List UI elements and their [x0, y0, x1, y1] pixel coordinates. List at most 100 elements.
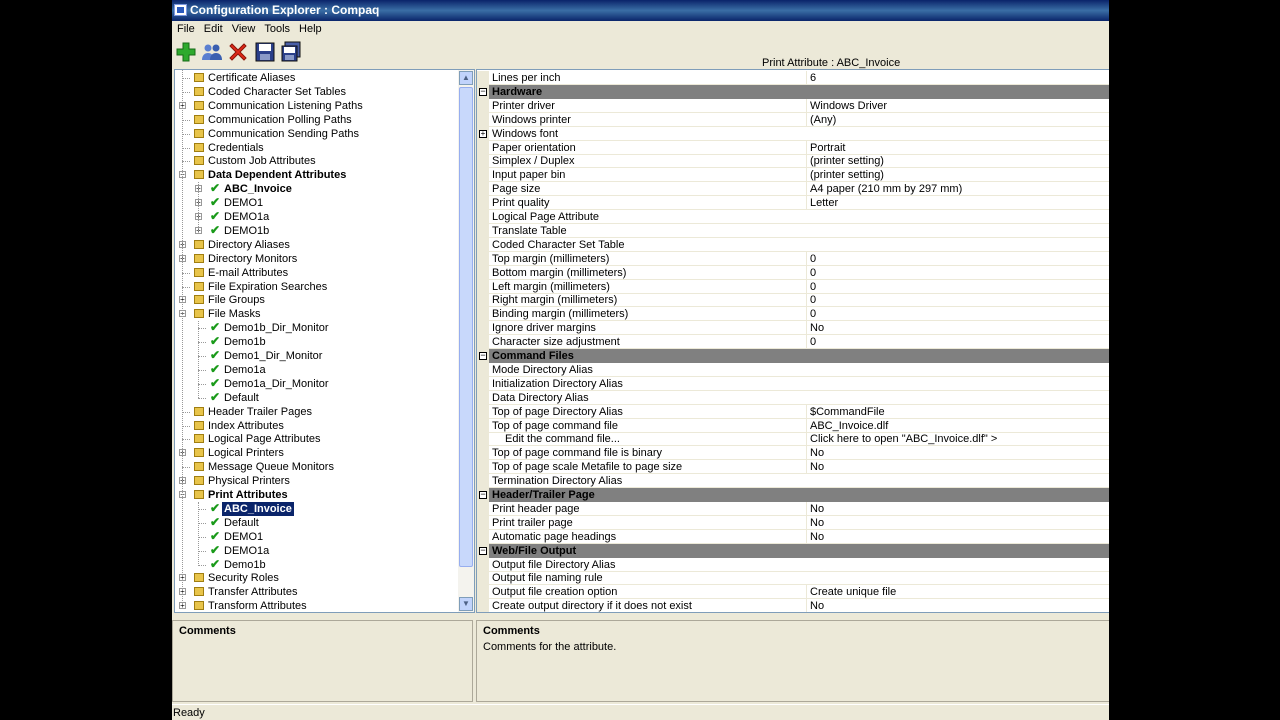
property-value[interactable]: 0	[806, 307, 1109, 322]
tree-item-node[interactable]: + ✔ DEMO1a	[175, 210, 456, 224]
app-icon[interactable]	[174, 4, 187, 16]
tree-item-node[interactable]: + ✔ DEMO1	[175, 196, 456, 210]
tree-folder-node[interactable]: + Directory Monitors	[175, 252, 456, 266]
property-row[interactable]: Left margin (millimeters) 0	[477, 279, 1109, 294]
property-row[interactable]: Simplex / Duplex (printer setting)	[477, 154, 1109, 169]
property-value[interactable]: No	[806, 501, 1109, 516]
property-value[interactable]: 6	[806, 71, 1109, 85]
tree-folder-node[interactable]: + Physical Printers	[175, 474, 456, 488]
property-value[interactable]: 0	[806, 279, 1109, 294]
property-value[interactable]: No	[806, 515, 1109, 530]
save-button[interactable]	[254, 41, 276, 63]
property-row[interactable]: Ignore driver margins No	[477, 321, 1109, 336]
property-value[interactable]: No	[806, 460, 1109, 475]
property-row[interactable]: Termination Directory Alias	[477, 474, 1109, 489]
tree-folder-node[interactable]: − Data Dependent Attributes	[175, 168, 456, 182]
collapse-icon[interactable]: −	[479, 545, 487, 555]
property-row[interactable]: Translate Table	[477, 223, 1109, 238]
property-value[interactable]: No	[806, 529, 1109, 544]
tree-item-node[interactable]: ✔ Demo1b	[175, 558, 456, 572]
property-row[interactable]: Print trailer page No	[477, 515, 1109, 530]
expand-icon[interactable]: +	[479, 129, 487, 138]
property-row[interactable]: Logical Page Attribute	[477, 210, 1109, 224]
tree-folder-node[interactable]: Logical Page Attributes	[175, 432, 456, 446]
property-row[interactable]: Top of page command file is binary No	[477, 446, 1109, 461]
property-value[interactable]: Create unique file	[806, 585, 1109, 600]
property-value[interactable]: Windows Driver	[806, 98, 1109, 113]
tree-folder-node[interactable]: − Print Attributes	[175, 488, 456, 502]
tree-folder-node[interactable]: + Transfer Attributes	[175, 585, 456, 599]
scroll-thumb[interactable]	[459, 87, 473, 567]
tree-folder-node[interactable]: − File Masks	[175, 307, 456, 321]
add-button[interactable]	[175, 41, 197, 63]
menu-tools[interactable]: Tools	[260, 21, 294, 38]
tree-folder-node[interactable]: E-mail Attributes	[175, 266, 456, 280]
tree-folder-node[interactable]: Communication Polling Paths	[175, 113, 456, 127]
property-row[interactable]: Data Directory Alias	[477, 390, 1109, 405]
property-row[interactable]: Input paper bin (printer setting)	[477, 168, 1109, 183]
property-row[interactable]: Top of page command file ABC_Invoice.dlf	[477, 418, 1109, 433]
title-bar[interactable]: Configuration Explorer : Compaq	[172, 0, 1109, 21]
tree-folder-node[interactable]: + Directory Aliases	[175, 238, 456, 252]
property-category[interactable]: − Header/Trailer Page	[477, 488, 1109, 502]
property-value[interactable]: A4 paper (210 mm by 297 mm)	[806, 182, 1109, 197]
property-value[interactable]: 0	[806, 335, 1109, 350]
property-row[interactable]: Create output directory if it does not e…	[477, 599, 1109, 612]
property-value[interactable]: (printer setting)	[806, 154, 1109, 169]
tree-folder-node[interactable]: + File Groups	[175, 293, 456, 307]
property-row[interactable]: Right margin (millimeters) 0	[477, 293, 1109, 308]
menu-view[interactable]: View	[228, 21, 260, 38]
property-value[interactable]: Letter	[806, 196, 1109, 211]
tree-item-node[interactable]: ✔ Demo1b	[175, 335, 456, 349]
property-row[interactable]: Binding margin (millimeters) 0	[477, 307, 1109, 322]
property-category[interactable]: − Web/File Output	[477, 543, 1109, 558]
property-value[interactable]: (printer setting)	[806, 168, 1109, 183]
tree-folder-node[interactable]: File Expiration Searches	[175, 280, 456, 294]
property-row[interactable]: Initialization Directory Alias	[477, 376, 1109, 391]
property-row[interactable]: Printer driver Windows Driver	[477, 98, 1109, 113]
menu-file[interactable]: File	[173, 21, 199, 38]
property-value[interactable]: ABC_Invoice.dlf	[806, 418, 1109, 433]
property-value[interactable]: Portrait	[806, 140, 1109, 155]
property-row[interactable]: Bottom margin (millimeters) 0	[477, 265, 1109, 280]
scroll-down-arrow-icon[interactable]: ▼	[459, 597, 473, 611]
menu-help[interactable]: Help	[295, 21, 326, 38]
tree-scrollbar[interactable]: ▲ ▼	[458, 70, 474, 612]
tree-item-node[interactable]: ✔ Demo1b_Dir_Monitor	[175, 321, 456, 335]
property-value[interactable]: Click here to open "ABC_Invoice.dlf" >	[806, 432, 1109, 447]
property-row[interactable]: Top of page scale Metafile to page size N…	[477, 460, 1109, 475]
tree-folder-node[interactable]: Header Trailer Pages	[175, 405, 456, 419]
tree-item-node[interactable]: ✔ Demo1a_Dir_Monitor	[175, 377, 456, 391]
property-value[interactable]: No	[806, 446, 1109, 461]
tree-folder-node[interactable]: Message Queue Monitors	[175, 460, 456, 474]
menu-edit[interactable]: Edit	[200, 21, 227, 38]
property-row[interactable]: Automatic page headings No	[477, 529, 1109, 544]
tree-item-node[interactable]: ✔ ABC_Invoice	[175, 501, 456, 516]
property-category[interactable]: − Hardware	[477, 84, 1109, 99]
property-row[interactable]: Top of page Directory Alias $CommandFile	[477, 404, 1109, 419]
tree-item-node[interactable]: ✔ Demo1_Dir_Monitor	[175, 349, 456, 363]
tree-folder-node[interactable]: Coded Character Set Tables	[175, 85, 456, 99]
tree-folder-node[interactable]: + Security Roles	[175, 571, 456, 585]
property-row[interactable]: Character size adjustment 0	[477, 335, 1109, 350]
property-row[interactable]: Print header page No	[477, 501, 1109, 516]
property-grid[interactable]: Lines per inch 6− Hardware Printer driver Wi…	[476, 69, 1109, 613]
scroll-up-arrow-icon[interactable]: ▲	[459, 71, 473, 85]
property-row[interactable]: Output file Directory Alias	[477, 557, 1109, 572]
tree-item-node[interactable]: ✔ Default	[175, 391, 456, 405]
tree-folder-node[interactable]: + Logical Printers	[175, 446, 456, 460]
tree-item-node[interactable]: ✔ DEMO1	[175, 530, 456, 544]
property-value[interactable]: No	[806, 321, 1109, 336]
tree-item-node[interactable]: ✔ Default	[175, 516, 456, 530]
save-all-button[interactable]	[280, 41, 302, 63]
tree-folder-node[interactable]: + Communication Listening Paths	[175, 99, 456, 113]
tree-item-node[interactable]: + ✔ DEMO1b	[175, 224, 456, 238]
property-row[interactable]: Output file naming rule	[477, 571, 1109, 586]
property-row[interactable]: Page size A4 paper (210 mm by 297 mm)	[477, 182, 1109, 197]
property-value[interactable]: (Any)	[806, 112, 1109, 127]
property-row[interactable]: Paper orientation Portrait	[477, 140, 1109, 155]
tree-item-node[interactable]: ✔ DEMO1a	[175, 544, 456, 558]
property-row[interactable]: Top margin (millimeters) 0	[477, 251, 1109, 266]
property-value[interactable]: 0	[806, 293, 1109, 308]
tree-item-node[interactable]: + ✔ ABC_Invoice	[175, 182, 456, 196]
